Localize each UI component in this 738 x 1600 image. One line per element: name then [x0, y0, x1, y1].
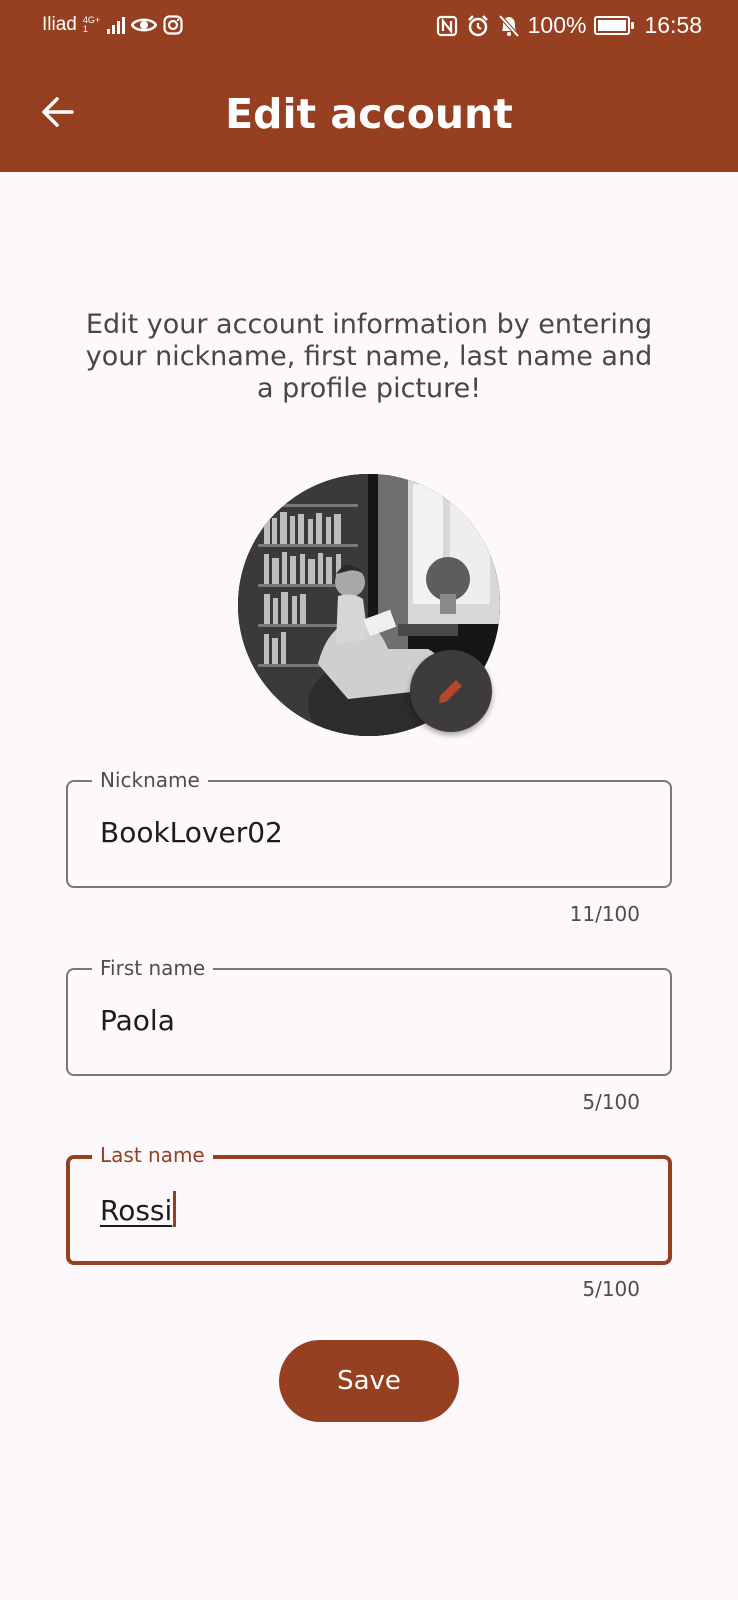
status-bar: Iliad 4G+ 1 100% 16:58: [0, 0, 738, 56]
status-right: 100% 16:58: [436, 12, 702, 39]
muted-bell-icon: [498, 14, 520, 37]
pencil-icon: [439, 677, 465, 703]
text-cursor: [173, 1191, 177, 1227]
first-name-input[interactable]: Paola: [100, 1004, 175, 1037]
instagram-icon: [163, 15, 183, 35]
battery-icon: [594, 16, 635, 35]
eye-icon: [131, 18, 158, 32]
app-bar: Iliad 4G+ 1 100% 16:58 Edit account: [0, 0, 738, 172]
first-name-counter: 5/100: [582, 1090, 640, 1114]
status-left: Iliad 4G+ 1: [42, 14, 183, 36]
carrier-name: Iliad: [42, 14, 77, 35]
page-title: Edit account: [225, 90, 513, 138]
nickname-input[interactable]: BookLover02: [100, 816, 283, 849]
last-name-label: Last name: [92, 1143, 213, 1167]
clock: 16:58: [644, 12, 702, 38]
battery-percent: 100%: [527, 12, 587, 38]
edit-picture-button[interactable]: [410, 650, 492, 732]
network-type: 4G+ 1: [82, 15, 101, 34]
nickname-counter: 11/100: [569, 902, 640, 926]
first-name-field[interactable]: First name Paola: [66, 956, 672, 1076]
nickname-label: Nickname: [92, 768, 208, 792]
nfc-icon: [436, 15, 457, 36]
last-name-field[interactable]: Last name Rossi: [66, 1143, 672, 1265]
last-name-input[interactable]: Rossi: [100, 1191, 177, 1227]
intro-text: Edit your account information by enterin…: [85, 309, 653, 404]
nickname-field[interactable]: Nickname BookLover02: [66, 768, 672, 888]
save-button[interactable]: Save: [279, 1340, 459, 1422]
signal-icon: [107, 16, 126, 34]
alarm-icon: [467, 14, 488, 36]
first-name-label: First name: [92, 956, 214, 980]
last-name-counter: 5/100: [582, 1277, 640, 1301]
